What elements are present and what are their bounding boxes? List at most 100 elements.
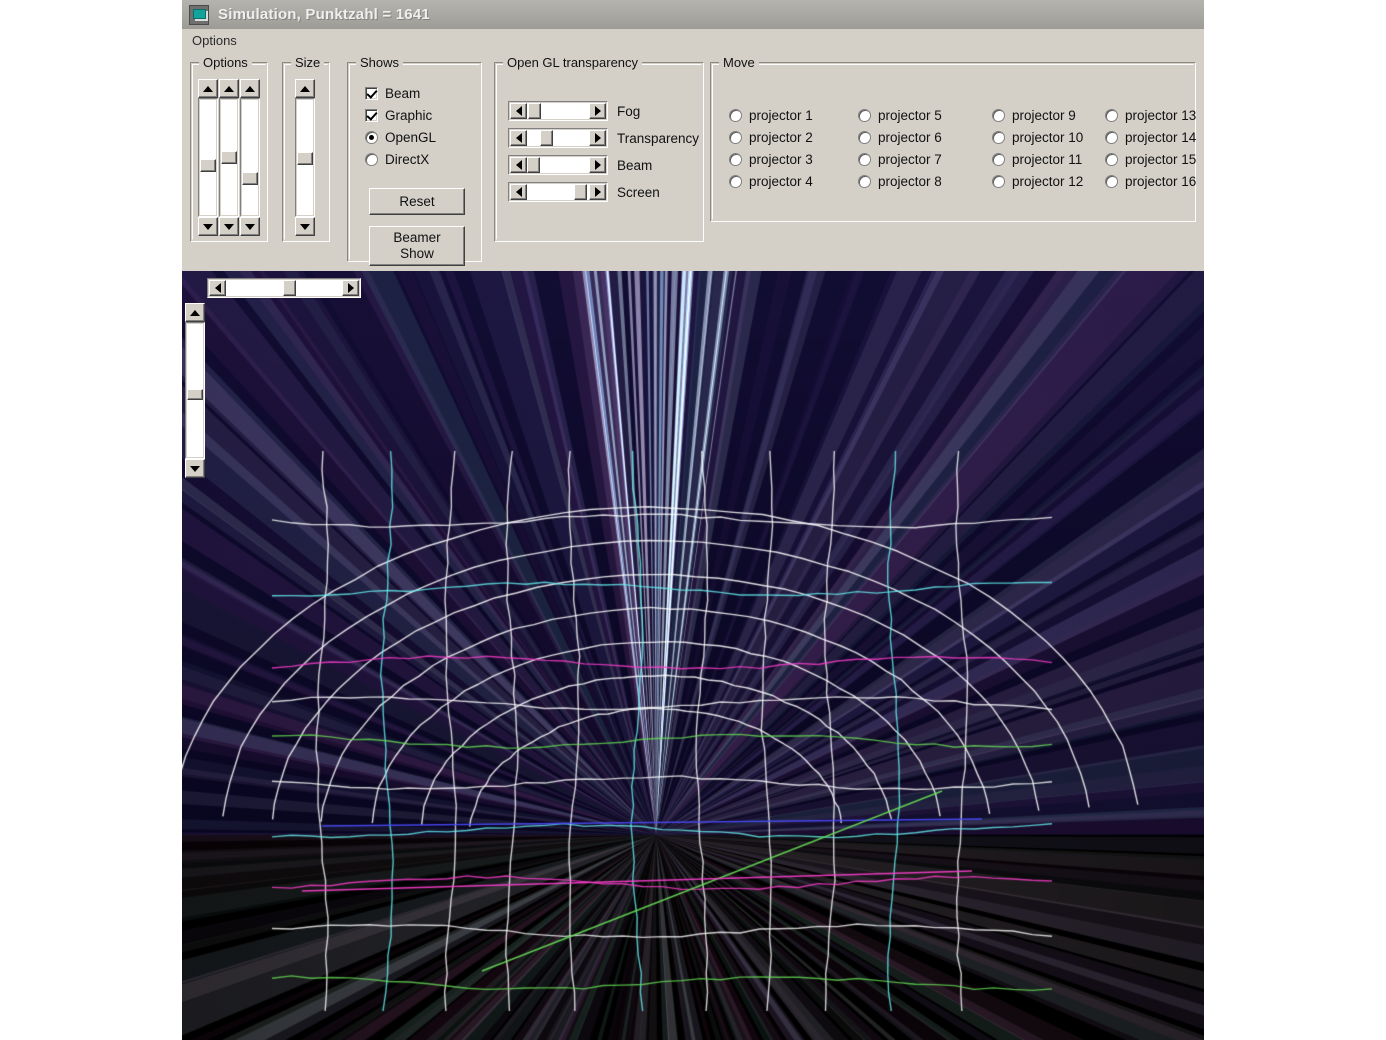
radio-projector-2-dot[interactable] bbox=[729, 131, 742, 144]
radio-projector-3[interactable]: projector 3 bbox=[729, 152, 813, 167]
checkbox-beam-label: Beam bbox=[385, 86, 421, 101]
radio-directx[interactable]: DirectX bbox=[365, 152, 429, 167]
viewport-horizontal-scrollbar[interactable] bbox=[207, 278, 361, 298]
options-scroll-3-up-arrow[interactable] bbox=[240, 79, 260, 98]
size-scroll-down-arrow[interactable] bbox=[295, 217, 315, 236]
options-scroll-2-thumb[interactable] bbox=[221, 151, 237, 164]
beamer-show-button[interactable]: Beamer Show bbox=[369, 226, 465, 266]
radio-projector-11-dot[interactable] bbox=[992, 153, 1005, 166]
radio-projector-8-label: projector 8 bbox=[878, 174, 942, 189]
viewport-vscroll-thumb[interactable] bbox=[187, 389, 203, 400]
slider-fog-thumb[interactable] bbox=[528, 103, 541, 119]
options-scroll-3[interactable] bbox=[240, 98, 260, 217]
radio-projector-7-dot[interactable] bbox=[858, 153, 871, 166]
radio-projector-1[interactable]: projector 1 bbox=[729, 108, 813, 123]
radio-projector-11[interactable]: projector 11 bbox=[992, 152, 1082, 167]
menu-item-options[interactable]: Options bbox=[182, 31, 246, 50]
slider-screen[interactable] bbox=[508, 182, 608, 202]
options-scroll-2[interactable] bbox=[219, 98, 239, 217]
radio-projector-3-dot[interactable] bbox=[729, 153, 742, 166]
options-scroll-1-thumb[interactable] bbox=[200, 159, 216, 172]
slider-transparency[interactable] bbox=[508, 128, 608, 148]
slider-transparency-thumb[interactable] bbox=[540, 130, 553, 146]
viewport-hscroll-right-arrow[interactable] bbox=[342, 280, 359, 296]
slider-fog[interactable] bbox=[508, 101, 608, 121]
control-panel: Options Size Shows Beam Graphic OpenGL D… bbox=[182, 51, 1204, 271]
slider-beam-thumb[interactable] bbox=[527, 157, 540, 173]
options-scroll-3-thumb[interactable] bbox=[242, 172, 258, 185]
size-scroll-up-arrow[interactable] bbox=[295, 79, 315, 98]
radio-projector-2-label: projector 2 bbox=[749, 130, 813, 145]
radio-projector-6-dot[interactable] bbox=[858, 131, 871, 144]
size-scroll[interactable] bbox=[295, 98, 315, 217]
viewport-hscroll-thumb[interactable] bbox=[283, 280, 296, 296]
slider-beam-right-arrow[interactable] bbox=[589, 157, 606, 173]
radio-projector-5[interactable]: projector 5 bbox=[858, 108, 942, 123]
slider-screen-thumb[interactable] bbox=[574, 184, 587, 200]
screen-root: Simulation, Punktzahl = 1641 Options Opt… bbox=[0, 0, 1386, 1040]
group-size: Size bbox=[282, 55, 330, 242]
slider-transparency-left-arrow[interactable] bbox=[510, 130, 527, 146]
radio-projector-16[interactable]: projector 16 bbox=[1105, 174, 1196, 189]
group-opengl-transparency-title: Open GL transparency bbox=[503, 55, 643, 70]
radio-opengl[interactable]: OpenGL bbox=[365, 130, 436, 145]
radio-projector-1-label: projector 1 bbox=[749, 108, 813, 123]
laser-simulation-canvas[interactable] bbox=[182, 271, 1204, 1040]
slider-fog-left-arrow[interactable] bbox=[510, 103, 527, 119]
group-shows: Shows Beam Graphic OpenGL DirectX Reset … bbox=[347, 55, 482, 266]
radio-projector-12-dot[interactable] bbox=[992, 175, 1005, 188]
radio-projector-11-label: projector 11 bbox=[1012, 152, 1083, 167]
reset-button[interactable]: Reset bbox=[369, 188, 465, 215]
radio-projector-8-dot[interactable] bbox=[858, 175, 871, 188]
viewport-hscroll-left-arrow[interactable] bbox=[209, 280, 226, 296]
checkbox-beam-box[interactable] bbox=[365, 87, 378, 100]
group-move-title: Move bbox=[719, 55, 759, 70]
radio-directx-dot[interactable] bbox=[365, 153, 378, 166]
group-shows-title: Shows bbox=[356, 55, 404, 70]
slider-beam[interactable] bbox=[508, 155, 608, 175]
radio-projector-14[interactable]: projector 14 bbox=[1105, 130, 1196, 145]
checkbox-graphic-box[interactable] bbox=[365, 109, 378, 122]
viewport-vscroll-up-arrow[interactable] bbox=[185, 303, 205, 322]
radio-projector-8[interactable]: projector 8 bbox=[858, 174, 942, 189]
radio-opengl-dot[interactable] bbox=[365, 131, 378, 144]
slider-screen-left-arrow[interactable] bbox=[510, 184, 527, 200]
radio-projector-9[interactable]: projector 9 bbox=[992, 108, 1076, 123]
options-scroll-2-up-arrow[interactable] bbox=[219, 79, 239, 98]
checkbox-beam[interactable]: Beam bbox=[365, 86, 420, 101]
radio-projector-1-dot[interactable] bbox=[729, 109, 742, 122]
viewport-vscroll-down-arrow[interactable] bbox=[185, 459, 205, 478]
radio-projector-15-dot[interactable] bbox=[1105, 153, 1118, 166]
options-scroll-3-down-arrow[interactable] bbox=[240, 217, 260, 236]
slider-screen-label: Screen bbox=[617, 185, 660, 200]
radio-projector-13-dot[interactable] bbox=[1105, 109, 1118, 122]
options-scroll-1[interactable] bbox=[198, 98, 218, 217]
slider-fog-right-arrow[interactable] bbox=[589, 103, 606, 119]
radio-projector-10[interactable]: projector 10 bbox=[992, 130, 1083, 145]
radio-projector-7[interactable]: projector 7 bbox=[858, 152, 942, 167]
slider-transparency-right-arrow[interactable] bbox=[589, 130, 606, 146]
radio-projector-6[interactable]: projector 6 bbox=[858, 130, 942, 145]
slider-screen-right-arrow[interactable] bbox=[589, 184, 606, 200]
radio-projector-4[interactable]: projector 4 bbox=[729, 174, 813, 189]
radio-projector-15[interactable]: projector 15 bbox=[1105, 152, 1196, 167]
radio-projector-5-dot[interactable] bbox=[858, 109, 871, 122]
radio-projector-13[interactable]: projector 13 bbox=[1105, 108, 1196, 123]
radio-projector-10-dot[interactable] bbox=[992, 131, 1005, 144]
checkbox-graphic[interactable]: Graphic bbox=[365, 108, 432, 123]
radio-projector-12-label: projector 12 bbox=[1012, 174, 1084, 189]
options-scroll-2-down-arrow[interactable] bbox=[219, 217, 239, 236]
size-scroll-thumb[interactable] bbox=[297, 152, 313, 165]
radio-projector-4-dot[interactable] bbox=[729, 175, 742, 188]
radio-projector-4-label: projector 4 bbox=[749, 174, 813, 189]
slider-beam-left-arrow[interactable] bbox=[510, 157, 527, 173]
opengl-render-view[interactable] bbox=[182, 271, 1204, 1040]
radio-projector-9-dot[interactable] bbox=[992, 109, 1005, 122]
radio-projector-14-dot[interactable] bbox=[1105, 131, 1118, 144]
options-scroll-1-down-arrow[interactable] bbox=[198, 217, 218, 236]
viewport-vertical-scrollbar[interactable] bbox=[185, 303, 205, 478]
options-scroll-1-up-arrow[interactable] bbox=[198, 79, 218, 98]
radio-projector-2[interactable]: projector 2 bbox=[729, 130, 813, 145]
radio-projector-16-dot[interactable] bbox=[1105, 175, 1118, 188]
radio-projector-12[interactable]: projector 12 bbox=[992, 174, 1083, 189]
